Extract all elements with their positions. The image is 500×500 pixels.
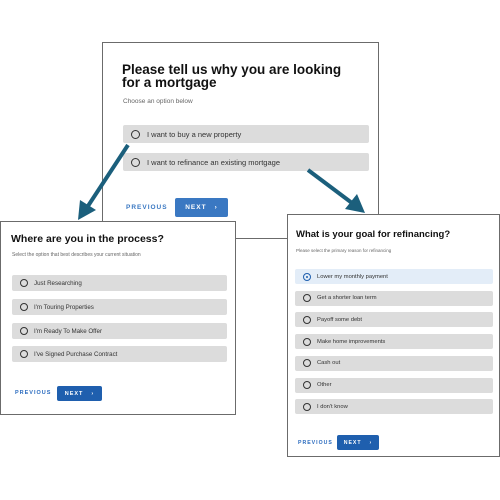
arrow-icon: [306, 168, 365, 213]
arrow-icon: [78, 143, 130, 220]
flow-arrows: [78, 143, 365, 220]
